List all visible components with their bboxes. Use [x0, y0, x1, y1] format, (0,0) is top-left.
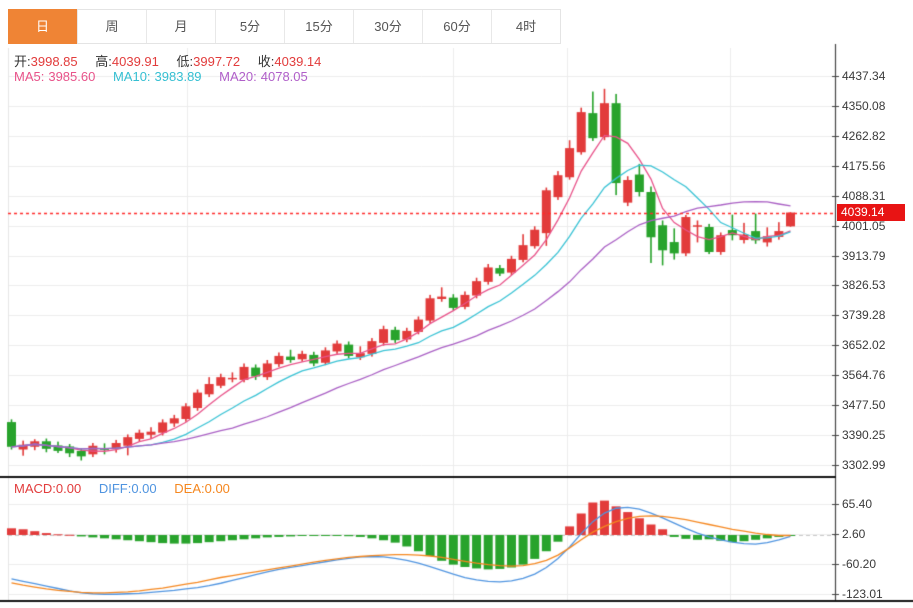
- dea-value: 0.00: [205, 481, 230, 496]
- timeframe-tab-1[interactable]: 周: [77, 10, 146, 43]
- macd-y-tick-label: 65.40: [842, 497, 872, 511]
- main-y-tick-label: 4437.34: [842, 69, 885, 83]
- dea-label: DEA:: [174, 481, 204, 496]
- timeframe-tab-0[interactable]: 日: [8, 9, 77, 44]
- high-value: 4039.91: [112, 54, 159, 69]
- ma10-label: MA10:: [113, 69, 151, 84]
- high-label: 高:: [95, 54, 112, 69]
- diff-value: 0.00: [131, 481, 156, 496]
- macd-label: MACD:: [14, 481, 56, 496]
- macd-y-tick-label: 2.60: [842, 527, 865, 541]
- ohlc-readout: 开:3998.85 高:4039.91 低:3997.72 收:4039.14: [14, 51, 335, 70]
- main-y-tick-label: 3826.53: [842, 278, 885, 292]
- timeframe-tab-7[interactable]: 4时: [491, 10, 560, 43]
- main-y-tick-label: 4088.31: [842, 189, 885, 203]
- timeframe-tab-3[interactable]: 5分: [215, 10, 284, 43]
- kline-chart-app: 日周月5分15分30分60分4时 开:3998.85 高:4039.91 低:3…: [0, 0, 913, 608]
- ma10-value: 3983.89: [155, 69, 202, 84]
- main-y-tick-label: 3302.99: [842, 458, 885, 472]
- close-value: 4039.14: [274, 54, 321, 69]
- timeframe-tab-2[interactable]: 月: [146, 10, 215, 43]
- current-price-badge: 4039.14: [837, 204, 905, 221]
- timeframe-tabbar: 日周月5分15分30分60分4时: [8, 9, 561, 44]
- open-label: 开:: [14, 54, 31, 69]
- timeframe-tab-5[interactable]: 30分: [353, 10, 422, 43]
- open-value: 3998.85: [31, 54, 78, 69]
- macd-y-tick-label: -60.20: [842, 557, 876, 571]
- main-y-tick-label: 3913.79: [842, 249, 885, 263]
- ma5-label: MA5:: [14, 69, 44, 84]
- ma-readout: MA5: 3985.60 MA10: 3983.89 MA20: 4078.05: [14, 69, 322, 84]
- main-y-tick-label: 4262.82: [842, 129, 885, 143]
- macd-y-tick-label: -123.01: [842, 587, 883, 601]
- kline-chart-canvas[interactable]: [0, 0, 913, 608]
- macd-readout: MACD:0.00 DIFF:0.00 DEA:0.00: [14, 481, 244, 496]
- low-label: 低:: [177, 54, 194, 69]
- main-y-tick-label: 4350.08: [842, 99, 885, 113]
- main-y-tick-label: 3652.02: [842, 338, 885, 352]
- main-y-tick-label: 3564.76: [842, 368, 885, 382]
- diff-label: DIFF:: [99, 481, 132, 496]
- low-value: 3997.72: [193, 54, 240, 69]
- ma20-value: 4078.05: [261, 69, 308, 84]
- close-label: 收:: [258, 54, 275, 69]
- ma20-label: MA20:: [219, 69, 257, 84]
- ma5-value: 3985.60: [48, 69, 95, 84]
- macd-value: 0.00: [56, 481, 81, 496]
- main-y-tick-label: 3390.25: [842, 428, 885, 442]
- main-y-tick-label: 3477.50: [842, 398, 885, 412]
- main-y-tick-label: 4175.56: [842, 159, 885, 173]
- main-y-tick-label: 3739.28: [842, 308, 885, 322]
- timeframe-tab-4[interactable]: 15分: [284, 10, 353, 43]
- timeframe-tab-6[interactable]: 60分: [422, 10, 491, 43]
